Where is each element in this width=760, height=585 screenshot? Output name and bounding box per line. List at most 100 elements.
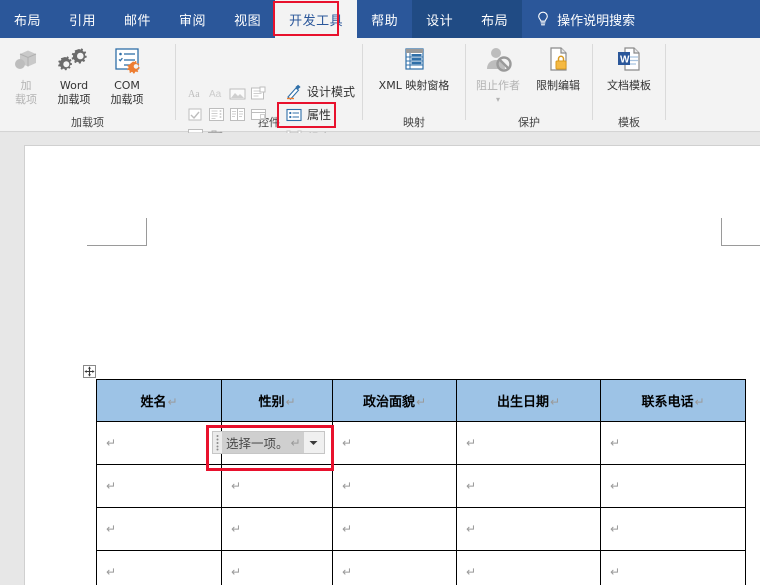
- block-authors-label: 阻止作者: [476, 79, 520, 92]
- contextual-table-tools: 设计 布局: [412, 0, 523, 38]
- ribbon-group-addins: 加 载项 Word 加载项 COM 加载项 加载项: [0, 38, 175, 132]
- table-header-name[interactable]: 姓名↵: [96, 379, 222, 422]
- com-addins-label-2: 加载项: [110, 93, 144, 106]
- block-authors-chevron-down-icon[interactable]: ▾: [468, 92, 528, 106]
- lightbulb-icon: [536, 11, 550, 28]
- addins-button-label-2: 载项: [15, 93, 37, 106]
- tab-review[interactable]: 审阅: [165, 0, 220, 38]
- margin-guide-right-horizontal: [721, 245, 760, 246]
- table-header-gender[interactable]: 性别↵: [221, 379, 333, 422]
- xml-mapping-pane-button[interactable]: XML 映射窗格: [369, 42, 459, 92]
- tab-references[interactable]: 引用: [55, 0, 110, 38]
- pilcrow-mark: ↵: [694, 395, 705, 409]
- table-cell-birth-date[interactable]: ↵: [456, 464, 601, 508]
- table-cell-name[interactable]: ↵: [96, 507, 222, 551]
- document-template-label: 文档模板: [607, 79, 651, 92]
- word-addins-gear-icon: [48, 42, 100, 78]
- ribbon-group-label-protect: 保护: [518, 116, 540, 129]
- design-mode-label: 设计模式: [307, 85, 356, 99]
- rich-text-content-control-icon[interactable]: Aa: [186, 84, 205, 103]
- tab-layout-1[interactable]: 布局: [0, 0, 55, 38]
- ribbon-group-label-addins: 加载项: [71, 116, 104, 129]
- ribbon-group-label-templates: 模板: [618, 116, 640, 129]
- table-cell-phone[interactable]: ↵: [600, 507, 746, 551]
- word-addins-label-2: 加载项: [57, 93, 91, 106]
- table-cell-political-status[interactable]: ↵: [332, 507, 457, 551]
- tab-view[interactable]: 视图: [220, 0, 275, 38]
- margin-guide-right-vertical: [721, 218, 722, 246]
- table-cell-phone[interactable]: ↵: [600, 464, 746, 508]
- xml-mapping-pane-label: XML 映射窗格: [378, 79, 450, 92]
- table-cell-phone[interactable]: ↵: [600, 421, 746, 465]
- block-authors-icon: [468, 42, 528, 78]
- properties-icon: [286, 107, 302, 123]
- margin-guide-left-vertical: [146, 218, 147, 246]
- com-addins-checklist-icon: [101, 42, 153, 78]
- table-cell-political-status[interactable]: ↵: [332, 421, 457, 465]
- table-row: ↵ ↵ ↵ ↵ ↵: [96, 550, 746, 585]
- pilcrow-mark: ↵: [415, 395, 427, 409]
- building-block-gallery-icon[interactable]: [249, 84, 268, 103]
- restrict-editing-icon: [528, 42, 588, 78]
- table-cell-birth-date[interactable]: ↵: [456, 421, 601, 465]
- document-canvas[interactable]: 姓名↵ 性别↵ 政治面貌↵ 出生日期↵ 联系电话↵ ↵ ↵ ↵ ↵ ↵ ↵ ↵ …: [0, 133, 760, 585]
- table-header-political-status[interactable]: 政治面貌↵: [332, 379, 457, 422]
- com-addins-button[interactable]: COM 加载项: [101, 42, 153, 106]
- check-box-content-control-icon[interactable]: [186, 105, 205, 124]
- document-template-button[interactable]: W 文档模板: [599, 42, 659, 92]
- drop-down-list-content-control-icon[interactable]: [228, 105, 247, 124]
- ribbon-group-protect: 阻止作者 ▾ 限制编辑 保护: [466, 38, 592, 132]
- word-addins-label-1: Word: [59, 79, 89, 92]
- table-move-handle-icon[interactable]: [83, 365, 96, 378]
- table-cell-name[interactable]: ↵: [96, 550, 222, 585]
- table-row: ↵ ↵ ↵ ↵ ↵: [96, 464, 746, 508]
- ribbon: 加 载项 Word 加载项 COM 加载项 加载项 控件 Aa Aa 设计模式 …: [0, 38, 760, 145]
- table-cell-gender[interactable]: ↵: [221, 507, 333, 551]
- design-mode-icon: [286, 84, 302, 100]
- svg-text:Aa: Aa: [188, 89, 200, 100]
- com-addins-label-1: COM: [114, 79, 140, 92]
- table-cell-political-status[interactable]: ↵: [332, 550, 457, 585]
- combo-box-content-control-icon[interactable]: [207, 105, 226, 124]
- properties-label: 属性: [307, 108, 332, 122]
- table-header-phone[interactable]: 联系电话↵: [600, 379, 746, 422]
- block-authors-button[interactable]: 阻止作者 ▾: [468, 42, 528, 106]
- personnel-table[interactable]: 姓名↵ 性别↵ 政治面貌↵ 出生日期↵ 联系电话↵ ↵ ↵ ↵ ↵ ↵ ↵ ↵ …: [96, 379, 746, 585]
- properties-button[interactable]: 属性: [286, 106, 331, 123]
- table-cell-gender[interactable]: ↵: [221, 550, 333, 585]
- plain-text-content-control-icon[interactable]: Aa: [207, 84, 226, 103]
- table-header-birth-date[interactable]: 出生日期↵: [456, 379, 601, 422]
- table-cell-birth-date[interactable]: ↵: [456, 550, 601, 585]
- content-control-highlight-box: [206, 425, 334, 471]
- tab-table-layout[interactable]: 布局: [467, 0, 522, 38]
- table-cell-name[interactable]: ↵: [96, 421, 222, 465]
- margin-guide-left-horizontal: [87, 245, 147, 246]
- svg-text:W: W: [620, 55, 630, 66]
- tab-table-design[interactable]: 设计: [412, 0, 467, 38]
- table-cell-birth-date[interactable]: ↵: [456, 507, 601, 551]
- pilcrow-mark: ↵: [285, 395, 296, 409]
- design-mode-button[interactable]: 设计模式: [286, 83, 355, 100]
- addins-button-label-1: 加: [20, 79, 32, 92]
- table-cell-phone[interactable]: ↵: [600, 550, 746, 585]
- tab-help[interactable]: 帮助: [357, 0, 412, 38]
- word-addins-button[interactable]: Word 加载项: [48, 42, 100, 106]
- tell-me-label: 操作说明搜索: [557, 13, 636, 29]
- document-template-icon: W: [599, 42, 659, 78]
- tab-developer[interactable]: 开发工具: [275, 0, 358, 38]
- table-cell-political-status[interactable]: ↵: [332, 464, 457, 508]
- table-cell-name[interactable]: ↵: [96, 464, 222, 508]
- ribbon-group-templates: W 文档模板 模板: [593, 38, 665, 132]
- ribbon-group-mapping: XML 映射窗格 映射: [363, 38, 465, 132]
- restrict-editing-label: 限制编辑: [536, 79, 580, 92]
- picture-content-control-icon[interactable]: [228, 84, 247, 103]
- table-row: ↵ ↵ ↵ ↵ ↵: [96, 507, 746, 551]
- group-separator-5: [665, 44, 666, 120]
- tab-mailings[interactable]: 邮件: [110, 0, 165, 38]
- tell-me-search[interactable]: 操作说明搜索: [522, 0, 645, 38]
- addins-box-icon: [5, 42, 47, 78]
- restrict-editing-button[interactable]: 限制编辑: [528, 42, 588, 92]
- addins-button[interactable]: 加 载项: [5, 42, 47, 106]
- table-row: ↵ ↵ ↵ ↵: [96, 421, 746, 465]
- date-picker-content-control-icon[interactable]: [249, 105, 268, 124]
